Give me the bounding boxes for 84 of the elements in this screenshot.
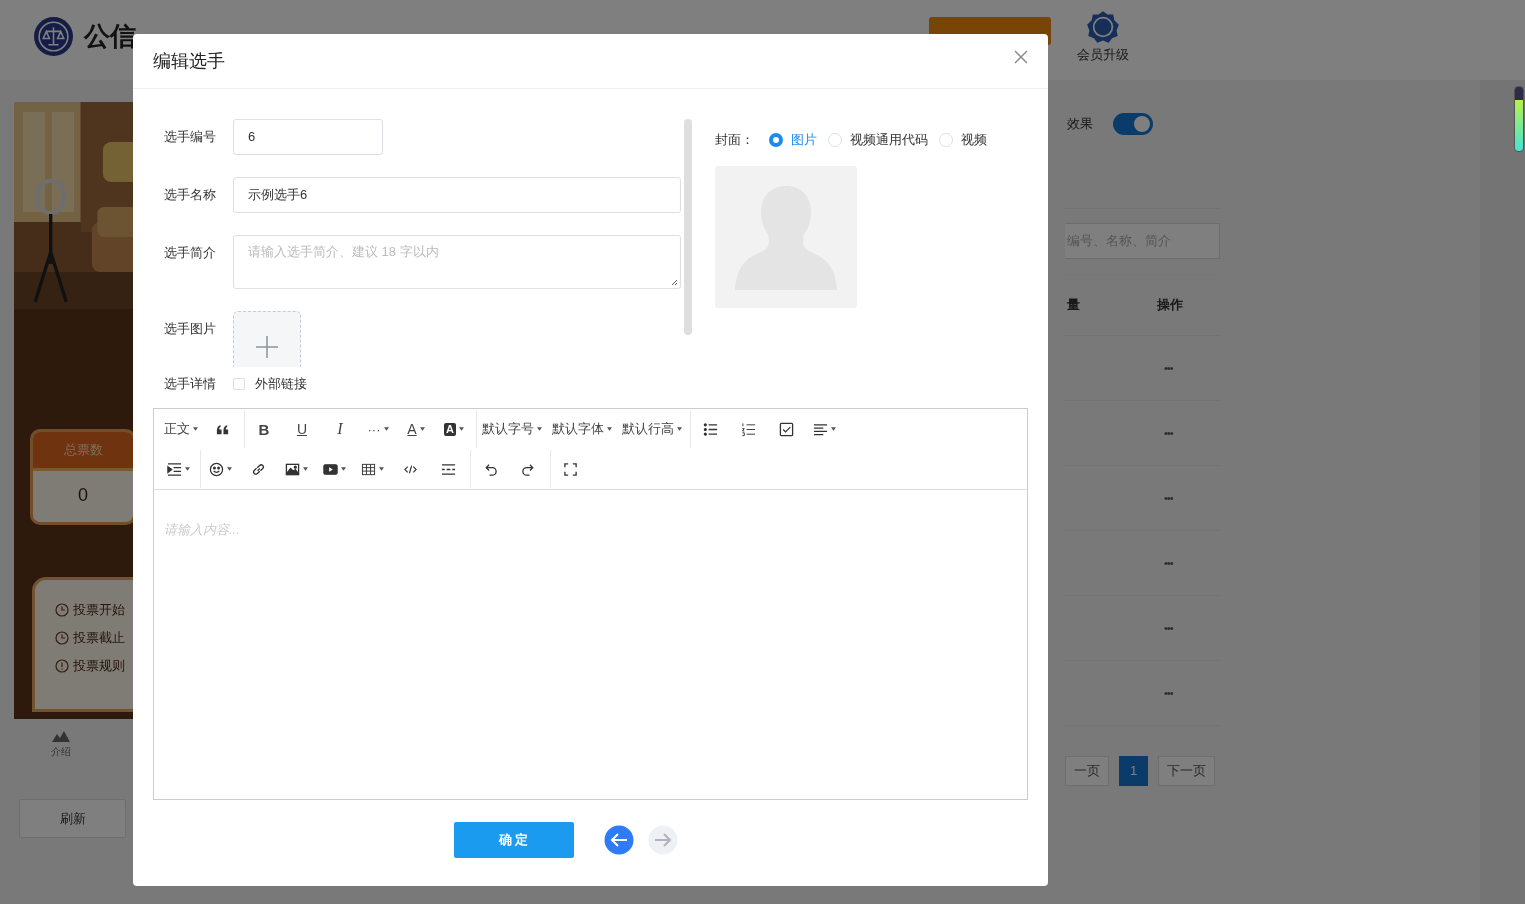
avatar-placeholder-icon: [715, 166, 857, 308]
more-actions-button[interactable]: •••: [1164, 492, 1173, 504]
caret-icon: [677, 427, 682, 431]
redo-icon: [520, 461, 536, 477]
fullscreen-icon: [562, 461, 578, 477]
info-label: 投票规则: [73, 657, 125, 675]
checkbox-list-icon: [778, 421, 794, 437]
radio-label[interactable]: 视频通用代码: [850, 131, 928, 149]
column-header: 操作: [1157, 296, 1183, 314]
close-icon[interactable]: [1014, 50, 1028, 64]
column-header: 量: [1066, 296, 1081, 314]
dialog-title: 编辑选手: [153, 50, 225, 73]
field-label: 选手编号: [164, 128, 217, 146]
confirm-button[interactable]: 确 定: [453, 822, 574, 858]
caret-icon: [226, 467, 232, 471]
scales-logo-icon: [33, 15, 74, 57]
radio-label[interactable]: 视频: [961, 131, 987, 149]
brand-name: 公信: [84, 19, 136, 53]
font-family-dropdown[interactable]: 默认字体: [547, 414, 617, 444]
field-label: 选手图片: [164, 320, 217, 338]
italic-button[interactable]: I: [321, 414, 359, 444]
link-icon: [250, 461, 266, 477]
undo-icon: [482, 461, 498, 477]
field-label: 选手简介: [164, 244, 217, 262]
more-actions-button[interactable]: •••: [1164, 687, 1173, 699]
align-icon: [812, 421, 828, 437]
font-color-button[interactable]: A: [397, 414, 435, 444]
page-button[interactable]: 1: [1119, 756, 1149, 786]
bold-button[interactable]: B: [245, 414, 283, 444]
clock-icon: [55, 631, 69, 645]
caret-icon: [383, 427, 389, 431]
image-icon: [284, 461, 300, 477]
scrollbar[interactable]: [1514, 86, 1524, 152]
effect-label: 效果: [1067, 115, 1093, 133]
scrollbar[interactable]: [684, 119, 692, 335]
divider-icon: [440, 461, 456, 477]
caret-icon: [830, 427, 836, 431]
video-icon: [322, 461, 338, 477]
refresh-button[interactable]: 刷新: [19, 799, 126, 838]
info-label: 投票截止: [73, 629, 125, 647]
background-color-button[interactable]: A: [435, 414, 473, 444]
caret-icon: [340, 467, 346, 471]
name-input[interactable]: 示例选手6: [233, 177, 681, 213]
alert-icon: [55, 659, 69, 673]
stat-value: 0: [77, 484, 89, 507]
table-icon: [360, 461, 376, 477]
caret-icon: [607, 427, 612, 431]
indent-icon: [166, 461, 182, 477]
caret-icon: [458, 427, 464, 431]
heading-dropdown[interactable]: 正文: [159, 414, 203, 444]
resize-grip-icon[interactable]: [670, 278, 678, 286]
underline-button[interactable]: U: [283, 414, 321, 444]
cover-label: 封面：: [715, 131, 755, 149]
effect-toggle[interactable]: [1113, 113, 1153, 135]
vip-badge-icon: [1086, 10, 1120, 44]
more-actions-button[interactable]: •••: [1164, 622, 1173, 634]
caret-icon: [378, 467, 384, 471]
stat-title: 总票数: [33, 432, 133, 471]
previous-arrow-button[interactable]: [603, 825, 634, 855]
clock-icon: [55, 603, 69, 617]
info-label: 投票开始: [73, 601, 125, 619]
more-button[interactable]: ···: [359, 414, 397, 444]
caret-icon: [537, 427, 542, 431]
smiley-icon: [208, 461, 224, 477]
more-actions-button[interactable]: •••: [1164, 427, 1173, 439]
line-height-dropdown[interactable]: 默认行高: [617, 414, 687, 444]
field-label: 选手名称: [164, 186, 217, 204]
checkbox-label[interactable]: 外部链接: [255, 375, 307, 393]
more-actions-button[interactable]: •••: [1164, 557, 1173, 569]
checkbox[interactable]: [233, 378, 245, 390]
vip-upgrade-label[interactable]: 会员升级: [1077, 46, 1129, 64]
plus-icon: [255, 335, 279, 359]
numbered-list-icon: [740, 421, 756, 437]
bullet-list-icon: [702, 421, 718, 437]
radio-label[interactable]: 图片: [791, 131, 817, 149]
number-input[interactable]: 6: [233, 119, 383, 155]
caret-icon: [302, 467, 308, 471]
caret-icon: [193, 427, 198, 431]
caret-icon: [184, 467, 190, 471]
field-label: 选手详情: [164, 375, 217, 393]
font-size-dropdown[interactable]: 默认字号: [477, 414, 547, 444]
caret-icon: [419, 427, 425, 431]
more-actions-button[interactable]: •••: [1164, 362, 1173, 374]
radio-button[interactable]: [769, 133, 783, 147]
